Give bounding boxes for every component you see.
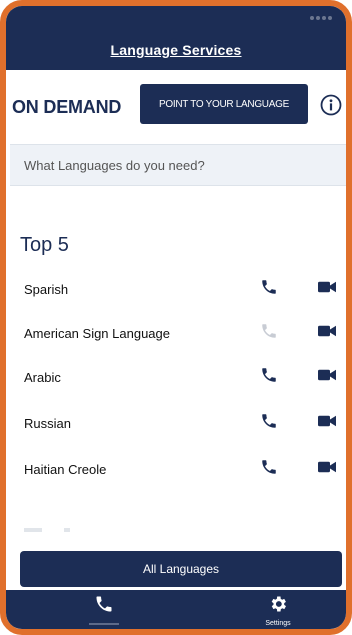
video-icon[interactable] bbox=[318, 415, 336, 427]
phone-icon bbox=[262, 324, 276, 338]
language-row-2[interactable]: Arabic bbox=[6, 356, 346, 400]
language-row-4[interactable]: Haitian Creole bbox=[6, 448, 346, 492]
signal-icon bbox=[308, 12, 332, 23]
language-row-3[interactable]: Russian bbox=[6, 402, 346, 446]
language-row-0[interactable]: Sparish bbox=[6, 268, 346, 312]
faded-section-placeholder bbox=[24, 528, 70, 532]
tab-settings-label: Settings bbox=[265, 620, 291, 627]
tab-label-placeholder bbox=[89, 623, 119, 625]
status-bar bbox=[6, 6, 346, 28]
language-label: Sparish bbox=[24, 282, 69, 297]
tab-settings[interactable]: Settings bbox=[238, 594, 318, 627]
page-title: Language Services bbox=[110, 42, 242, 58]
phone-icon[interactable] bbox=[260, 412, 278, 430]
video-icon[interactable] bbox=[318, 325, 336, 337]
video-icon[interactable] bbox=[318, 281, 336, 293]
video-icon[interactable] bbox=[318, 461, 336, 473]
phone-icon[interactable] bbox=[260, 278, 278, 296]
phone-tab-icon bbox=[96, 596, 112, 612]
all-languages-button[interactable]: All Languages bbox=[20, 551, 342, 587]
app-header: Language Services bbox=[6, 6, 346, 70]
video-icon[interactable] bbox=[318, 369, 336, 381]
info-icon[interactable] bbox=[320, 94, 342, 116]
language-label: Arabic bbox=[24, 370, 61, 385]
phone-icon[interactable] bbox=[260, 366, 278, 384]
point-to-language-button[interactable]: POINT TO YOUR LANGUAGE bbox=[140, 84, 308, 124]
language-label: American Sign Language bbox=[24, 326, 170, 341]
language-search[interactable] bbox=[10, 144, 346, 186]
tab-bar: Settings bbox=[6, 590, 346, 629]
gear-icon bbox=[271, 596, 286, 612]
top5-heading: Top 5 bbox=[20, 234, 69, 256]
app-frame: Language Services ON DEMAND POINT TO YOU… bbox=[0, 0, 352, 635]
on-demand-label: ON DEMAND bbox=[12, 96, 122, 117]
language-label: Russian bbox=[24, 416, 71, 431]
tab-on-demand[interactable] bbox=[64, 594, 144, 626]
language-row-1[interactable]: American Sign Language bbox=[6, 312, 346, 356]
on-demand-row: ON DEMAND POINT TO YOUR LANGUAGE bbox=[6, 84, 346, 130]
language-label: Haitian Creole bbox=[24, 462, 107, 477]
phone-icon[interactable] bbox=[260, 458, 278, 476]
search-input[interactable] bbox=[10, 156, 346, 174]
